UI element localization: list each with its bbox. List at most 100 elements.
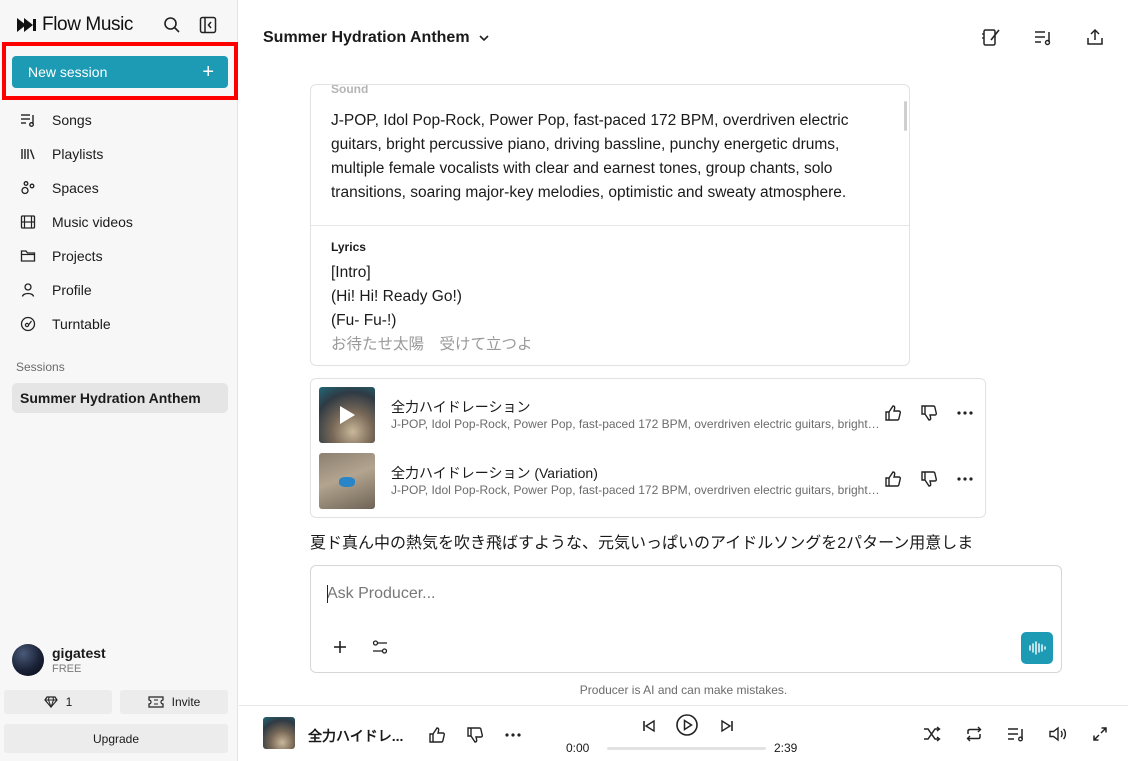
progress-slider[interactable] [607, 747, 766, 750]
new-session-button[interactable]: New session + [12, 56, 228, 88]
producer-response: 夏ド真ん中の熱気を吹き飛ばすような、元気いっぱいのアイドルソングを2パターン用意… [310, 535, 974, 552]
generated-tracks: 全力ハイドレーション J-POP, Idol Pop-Rock, Power P… [310, 378, 986, 518]
divider [311, 225, 909, 226]
lyrics-label: Lyrics [331, 240, 366, 254]
user-name: gigatest [52, 644, 106, 661]
thumbs-up-icon[interactable] [427, 725, 447, 745]
waveform-icon [1029, 641, 1046, 655]
chevron-down-icon [478, 35, 489, 42]
songs-icon [21, 114, 34, 127]
track-meta: 全力ハイドレーション J-POP, Idol Pop-Rock, Power P… [391, 398, 881, 432]
sidebar-item-label: Playlists [52, 146, 104, 162]
shuffle-icon[interactable] [922, 724, 942, 744]
track-actions [883, 469, 975, 489]
thumbs-up-icon[interactable] [883, 469, 903, 489]
more-options-icon[interactable] [955, 403, 975, 423]
page-title: Summer Hydration Anthem [263, 29, 470, 46]
ask-producer-input[interactable] [327, 580, 1027, 608]
track-cover[interactable] [319, 453, 375, 509]
share-icon[interactable] [1084, 26, 1106, 48]
sidebar-item-spaces[interactable]: Spaces [0, 171, 238, 205]
avatar [12, 644, 44, 676]
thumbs-down-icon[interactable] [919, 469, 939, 489]
sidebar-item-label: Turntable [52, 316, 111, 332]
play-button[interactable] [675, 713, 699, 737]
track-row[interactable]: 全力ハイドレーション (Variation) J-POP, Idol Pop-R… [319, 453, 979, 509]
track-subtitle: J-POP, Idol Pop-Rock, Power Pop, fast-pa… [391, 483, 881, 497]
brand-name: Flow Music [42, 14, 134, 35]
voice-input-button[interactable] [1021, 632, 1053, 664]
sidebar-nav: Songs Playlists Spaces Music videos Proj… [0, 103, 238, 341]
user-plan: FREE [52, 662, 82, 675]
header-actions [980, 26, 1106, 48]
queue-music-icon[interactable] [1032, 26, 1054, 48]
thumbs-up-icon[interactable] [883, 403, 903, 423]
queue-music-icon[interactable] [1006, 724, 1026, 744]
search-icon[interactable] [160, 13, 184, 37]
now-playing-cover[interactable] [263, 717, 295, 749]
turntable-icon [20, 316, 36, 332]
collapse-sidebar-icon[interactable] [196, 13, 220, 37]
sidebar-item-songs[interactable]: Songs [0, 103, 238, 137]
new-session-label: New session [28, 64, 108, 80]
track-subtitle: J-POP, Idol Pop-Rock, Power Pop, fast-pa… [391, 417, 881, 431]
sidebar-item-projects[interactable]: Projects [0, 239, 238, 273]
spaces-icon [21, 181, 35, 195]
play-icon[interactable] [319, 387, 375, 443]
ai-disclaimer: Producer is AI and can make mistakes. [579, 683, 788, 697]
ticket-icon [148, 696, 164, 708]
current-time: 0:00 [566, 741, 590, 755]
plus-icon: + [202, 61, 214, 83]
thumbs-down-icon[interactable] [465, 725, 485, 745]
skip-previous-icon[interactable] [639, 716, 659, 736]
user-profile[interactable]: gigatest FREE [12, 644, 106, 676]
track-title: 全力ハイドレーション [391, 399, 531, 415]
sidebar-item-label: Songs [52, 112, 92, 128]
duration: 2:39 [774, 741, 798, 755]
playlists-icon [21, 149, 35, 160]
sidebar-item-turntable[interactable]: Turntable [0, 307, 238, 341]
credits-count: 1 [65, 695, 73, 709]
settings-tune-icon[interactable] [371, 638, 389, 656]
lyrics-line: (Hi! Hi! Ready Go!) [331, 288, 462, 305]
repeat-icon[interactable] [964, 724, 984, 744]
sidebar-item-playlists[interactable]: Playlists [0, 137, 238, 171]
thumbs-down-icon[interactable] [919, 403, 939, 423]
skip-next-icon[interactable] [717, 716, 737, 736]
scrollbar[interactable] [904, 101, 907, 131]
volume-icon[interactable] [1048, 724, 1068, 744]
player-controls-right [922, 724, 1110, 744]
session-title-dropdown[interactable]: Summer Hydration Anthem [263, 29, 490, 47]
sidebar-item-label: Projects [52, 248, 103, 264]
upgrade-button[interactable]: Upgrade [4, 724, 228, 753]
sidebar-item-profile[interactable]: Profile [0, 273, 238, 307]
more-options-icon[interactable] [503, 725, 523, 745]
text-cursor [327, 585, 328, 603]
notes-edit-icon[interactable] [980, 26, 1002, 48]
flow-logo-icon [17, 18, 36, 32]
folder-icon [20, 250, 36, 262]
session-item-summer-hydration-anthem[interactable]: Summer Hydration Anthem [12, 383, 228, 413]
add-attachment-icon[interactable] [331, 638, 349, 656]
invite-button[interactable]: Invite [120, 690, 228, 714]
more-options-icon[interactable] [955, 469, 975, 489]
track-title: 全力ハイドレーション (Variation) [391, 465, 598, 481]
sidebar-item-label: Music videos [52, 214, 133, 230]
track-row[interactable]: 全力ハイドレーション J-POP, Idol Pop-Rock, Power P… [319, 387, 979, 443]
track-meta: 全力ハイドレーション (Variation) J-POP, Idol Pop-R… [391, 464, 881, 498]
sidebar-item-music-videos[interactable]: Music videos [0, 205, 238, 239]
credits-button[interactable]: 1 [4, 690, 112, 714]
track-cover[interactable] [319, 387, 375, 443]
chat-composer [310, 565, 1062, 673]
brand[interactable]: Flow Music [16, 14, 133, 36]
fullscreen-icon[interactable] [1090, 724, 1110, 744]
sidebar-item-label: Profile [52, 282, 92, 298]
sessions-heading: Sessions [16, 360, 65, 374]
lyrics-line: お待たせ太陽 受けて立つよ [331, 336, 533, 353]
lyrics-line: (Fu- Fu-!) [331, 312, 397, 329]
sound-label: Sound [331, 84, 369, 96]
player-bar: 全力ハイドレ... 0:00 2:39 [239, 705, 1128, 761]
now-playing-title[interactable]: 全力ハイドレ... [308, 726, 408, 746]
diamond-icon [43, 696, 58, 708]
prompt-card: Sound J-POP, Idol Pop-Rock, Power Pop, f… [310, 84, 910, 366]
